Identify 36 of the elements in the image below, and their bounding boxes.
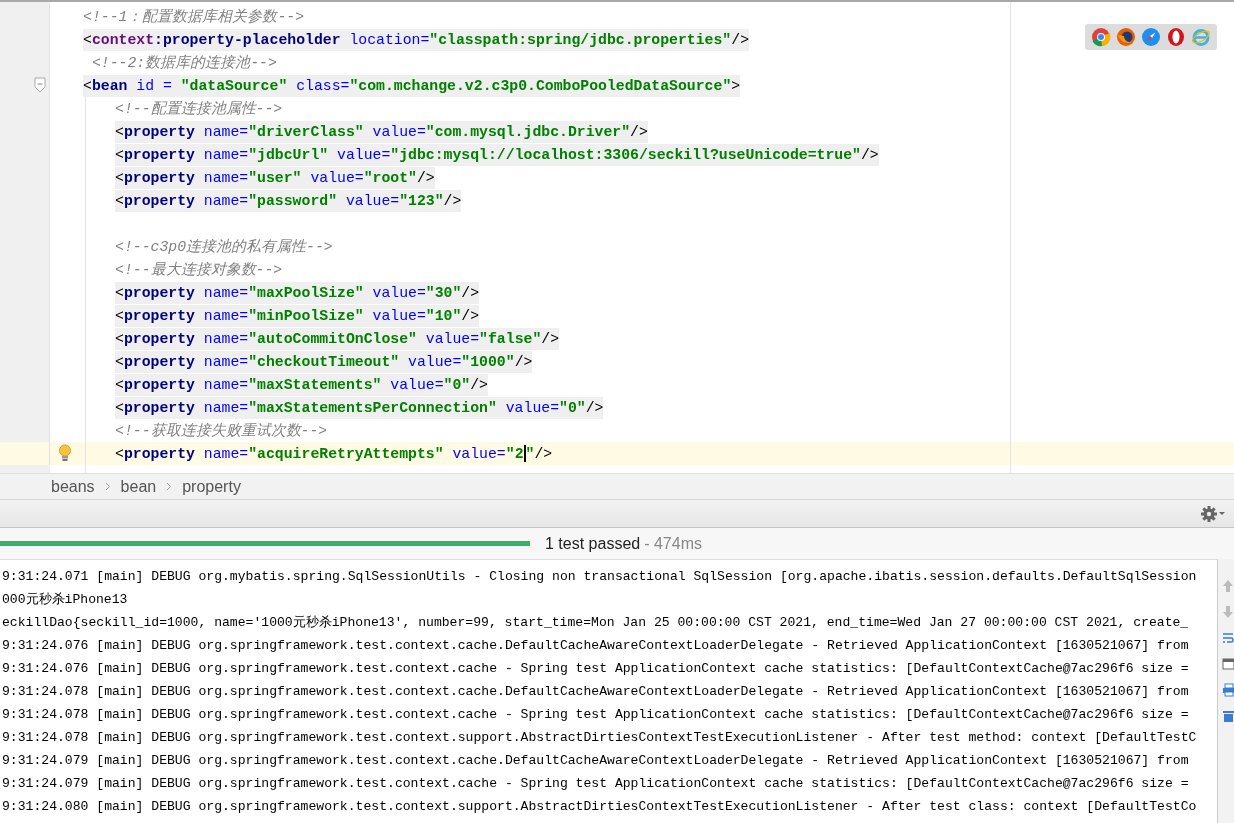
- settings-icon[interactable]: [1200, 504, 1226, 523]
- printer-icon[interactable]: [1222, 683, 1234, 697]
- console-line: 9:31:24.078 [main] DEBUG org.springframework.test.context.cache.DefaultCacheAwareContextLoaderDelegate - Retrieved ApplicationContext [1630521067] from: [1, 683, 1190, 701]
- console-line: 9:31:24.079 [main] DEBUG org.springframework.test.context.cache.DefaultCacheAwareContextLoaderDelegate - Retrieved ApplicationContext [1630521067] from: [1, 752, 1190, 770]
- console-line: 9:31:24.080 [main] DEBUG org.springframework.test.context.support.AbstractDirtiesContextTestExecutionListener - After test class: context [DefaultTestCo: [1, 798, 1198, 816]
- breadcrumb-item[interactable]: property: [182, 477, 241, 496]
- code-line: <!--获取连接失败重试次数-->: [115, 421, 328, 441]
- console-line: 000元秒杀iPhone13: [1, 591, 129, 609]
- console-line: 9:31:24.078 [main] DEBUG org.springframework.test.context.cache - Spring test ApplicationContext cache statistics: [DefaultContextCache@7ac296f6 size =: [1, 706, 1190, 724]
- fold-icon[interactable]: [34, 77, 46, 93]
- window-icon[interactable]: [1222, 657, 1234, 671]
- compass-icon[interactable]: [1141, 27, 1161, 47]
- breadcrumb-item[interactable]: bean: [120, 477, 157, 496]
- trash-icon[interactable]: [1222, 709, 1234, 723]
- console-line: 9:31:24.079 [main] DEBUG org.springframework.test.context.cache - Spring test ApplicationContext cache statistics: [DefaultContextCache@7ac296f6 size =: [1, 775, 1190, 793]
- code-line: <!--最大连接对象数-->: [115, 260, 283, 280]
- browser-icon[interactable]: [1116, 27, 1136, 47]
- lightbulb-icon[interactable]: [58, 444, 72, 462]
- code-line: <property name="acquireRetryAttempts" value="2"/>: [115, 444, 553, 465]
- console-line: 9:31:24.076 [main] DEBUG org.springframework.test.context.cache.DefaultCacheAwareContextLoaderDelegate - Retrieved ApplicationContext [1630521067] from: [1, 637, 1190, 655]
- console-line: eckillDao{seckill_id=1000, name='1000元秒杀iPhone13', number=99, start_time=Mon Jan 25 00:00:00 CST 2021, end_time=Wed Jan 27 00:00:00 CST 2021, create_: [1, 614, 1190, 632]
- console-line: 9:31:24.078 [main] DEBUG org.springframework.test.context.support.AbstractDirtiesContextTestExecutionListener - After test method: context [DefaultTestC: [1, 729, 1198, 747]
- test-duration: - 474ms: [644, 534, 702, 553]
- browser-icon[interactable]: [1166, 27, 1186, 47]
- code-line: <!--c3p0连接池的私有属性-->: [115, 237, 333, 257]
- browser-icon[interactable]: [1091, 27, 1111, 47]
- test-summary: 1 test passed: [545, 534, 641, 553]
- wrap-icon[interactable]: [1222, 631, 1234, 645]
- console-line: 9:31:24.076 [main] DEBUG org.springframework.test.context.cache - Spring test ApplicationContext cache statistics: [DefaultContextCache@7ac296f6 size =: [1, 660, 1190, 678]
- code-line: <!--1：配置数据库相关参数-->: [83, 7, 305, 27]
- chevron-icon: [104, 482, 111, 491]
- code-line: <!--2:数据库的连接池-->: [90, 53, 277, 73]
- code-line: <!--配置连接池属性-->: [115, 99, 283, 119]
- chevron-icon: [166, 482, 173, 491]
- breadcrumb-item[interactable]: beans: [51, 477, 95, 496]
- console-line: 9:31:24.071 [main] DEBUG org.mybatis.spring.SqlSessionUtils - Closing non transactional SqlSession [org.apache.ibatis.session.defaults.DefaultSqlSession: [1, 568, 1198, 586]
